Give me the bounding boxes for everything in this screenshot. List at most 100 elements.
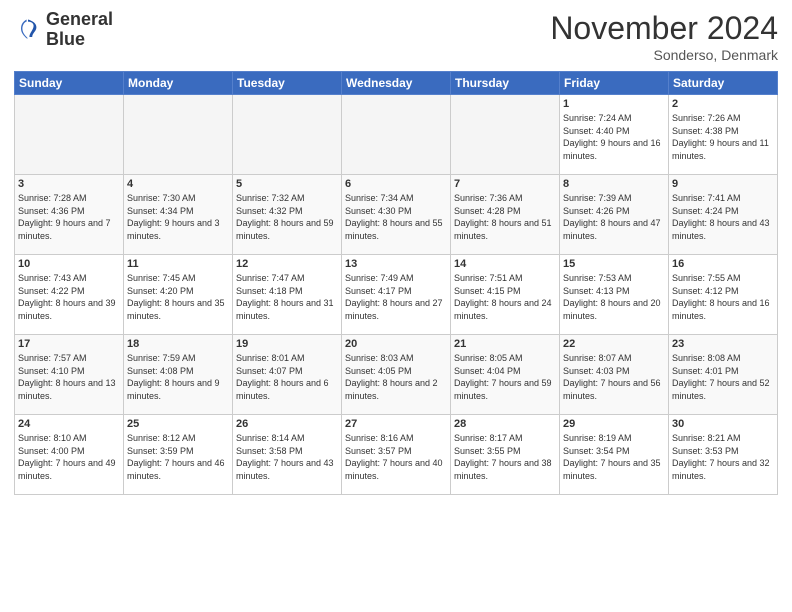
day-number: 21 (454, 338, 556, 350)
column-header-friday: Friday (560, 72, 669, 95)
day-cell: 11 Sunrise: 7:45 AM Sunset: 4:20 PM Dayli… (124, 255, 233, 335)
day-number: 26 (236, 418, 338, 430)
page: General Blue November 2024 Sonderso, Den… (0, 0, 792, 612)
day-info: Sunrise: 7:47 AM Sunset: 4:18 PM Dayligh… (236, 272, 338, 322)
day-cell: 29 Sunrise: 8:19 AM Sunset: 3:54 PM Dayli… (560, 415, 669, 495)
day-number: 5 (236, 178, 338, 190)
day-number: 11 (127, 258, 229, 270)
day-cell: 13Sunrise: 7:49 AM Sunset: 4:17 PM Dayli… (342, 255, 451, 335)
day-cell: 4 Sunrise: 7:30 AM Sunset: 4:34 PM Daylig… (124, 175, 233, 255)
location: Sonderso, Denmark (550, 47, 778, 63)
day-cell: 10Sunrise: 7:43 AM Sunset: 4:22 PM Dayli… (15, 255, 124, 335)
day-cell (233, 95, 342, 175)
day-cell: 8Sunrise: 7:39 AM Sunset: 4:26 PM Daylig… (560, 175, 669, 255)
day-info: Sunrise: 7:24 AM Sunset: 4:40 PM Dayligh… (563, 112, 665, 162)
week-row-5: 24Sunrise: 8:10 AM Sunset: 4:00 PM Dayli… (15, 415, 778, 495)
day-number: 12 (236, 258, 338, 270)
day-cell (451, 95, 560, 175)
day-cell: 21 Sunrise: 8:05 AM Sunset: 4:04 PM Dayli… (451, 335, 560, 415)
day-number: 20 (345, 338, 447, 350)
day-number: 6 (345, 178, 447, 190)
day-number: 23 (672, 338, 774, 350)
day-info: Sunrise: 8:01 AM Sunset: 4:07 PM Dayligh… (236, 352, 338, 402)
week-row-3: 10Sunrise: 7:43 AM Sunset: 4:22 PM Dayli… (15, 255, 778, 335)
day-cell: 25Sunrise: 8:12 AM Sunset: 3:59 PM Dayli… (124, 415, 233, 495)
day-cell: 24Sunrise: 8:10 AM Sunset: 4:00 PM Dayli… (15, 415, 124, 495)
day-number: 3 (18, 178, 120, 190)
day-number: 29 (563, 418, 665, 430)
day-info: Sunrise: 8:14 AM Sunset: 3:58 PM Dayligh… (236, 432, 338, 482)
day-cell: 14Sunrise: 7:51 AM Sunset: 4:15 PM Dayli… (451, 255, 560, 335)
day-number: 22 (563, 338, 665, 350)
day-number: 30 (672, 418, 774, 430)
day-info: Sunrise: 7:32 AM Sunset: 4:32 PM Dayligh… (236, 192, 338, 242)
day-info: Sunrise: 8:07 AM Sunset: 4:03 PM Dayligh… (563, 352, 665, 402)
column-header-wednesday: Wednesday (342, 72, 451, 95)
day-info: Sunrise: 8:10 AM Sunset: 4:00 PM Dayligh… (18, 432, 120, 482)
day-cell: 23 Sunrise: 8:08 AM Sunset: 4:01 PM Dayli… (669, 335, 778, 415)
header: General Blue November 2024 Sonderso, Den… (14, 10, 778, 63)
day-cell: 19Sunrise: 8:01 AM Sunset: 4:07 PM Dayli… (233, 335, 342, 415)
day-cell: 17 Sunrise: 7:57 AM Sunset: 4:10 PM Dayli… (15, 335, 124, 415)
day-number: 15 (563, 258, 665, 270)
column-header-saturday: Saturday (669, 72, 778, 95)
day-info: Sunrise: 7:26 AM Sunset: 4:38 PM Dayligh… (672, 112, 774, 162)
day-info: Sunrise: 8:05 AM Sunset: 4:04 PM Dayligh… (454, 352, 556, 402)
day-info: Sunrise: 8:12 AM Sunset: 3:59 PM Dayligh… (127, 432, 229, 482)
day-info: Sunrise: 8:08 AM Sunset: 4:01 PM Dayligh… (672, 352, 774, 402)
logo-line2: Blue (46, 30, 113, 50)
column-header-monday: Monday (124, 72, 233, 95)
day-number: 2 (672, 98, 774, 110)
day-number: 28 (454, 418, 556, 430)
day-info: Sunrise: 7:59 AM Sunset: 4:08 PM Dayligh… (127, 352, 229, 402)
day-info: Sunrise: 7:55 AM Sunset: 4:12 PM Dayligh… (672, 272, 774, 322)
day-cell: 7 Sunrise: 7:36 AM Sunset: 4:28 PM Daylig… (451, 175, 560, 255)
column-header-tuesday: Tuesday (233, 72, 342, 95)
day-cell (124, 95, 233, 175)
day-cell: 16 Sunrise: 7:55 AM Sunset: 4:12 PM Dayli… (669, 255, 778, 335)
day-number: 1 (563, 98, 665, 110)
logo-line1: General (46, 10, 113, 30)
day-number: 18 (127, 338, 229, 350)
day-info: Sunrise: 7:51 AM Sunset: 4:15 PM Dayligh… (454, 272, 556, 322)
day-info: Sunrise: 8:17 AM Sunset: 3:55 PM Dayligh… (454, 432, 556, 482)
day-cell: 2 Sunrise: 7:26 AM Sunset: 4:38 PM Daylig… (669, 95, 778, 175)
day-cell: 5 Sunrise: 7:32 AM Sunset: 4:32 PM Daylig… (233, 175, 342, 255)
day-number: 7 (454, 178, 556, 190)
day-info: Sunrise: 8:03 AM Sunset: 4:05 PM Dayligh… (345, 352, 447, 402)
logo-text: General Blue (46, 10, 113, 50)
day-info: Sunrise: 7:30 AM Sunset: 4:34 PM Dayligh… (127, 192, 229, 242)
day-cell: 9Sunrise: 7:41 AM Sunset: 4:24 PM Daylig… (669, 175, 778, 255)
day-cell: 20 Sunrise: 8:03 AM Sunset: 4:05 PM Dayli… (342, 335, 451, 415)
week-row-1: 1 Sunrise: 7:24 AM Sunset: 4:40 PM Daylig… (15, 95, 778, 175)
day-cell: 28 Sunrise: 8:17 AM Sunset: 3:55 PM Dayli… (451, 415, 560, 495)
day-number: 4 (127, 178, 229, 190)
month-title: November 2024 (550, 10, 778, 47)
day-number: 16 (672, 258, 774, 270)
day-cell: 30Sunrise: 8:21 AM Sunset: 3:53 PM Dayli… (669, 415, 778, 495)
day-number: 27 (345, 418, 447, 430)
day-cell: 1 Sunrise: 7:24 AM Sunset: 4:40 PM Daylig… (560, 95, 669, 175)
day-info: Sunrise: 7:57 AM Sunset: 4:10 PM Dayligh… (18, 352, 120, 402)
day-cell: 18 Sunrise: 7:59 AM Sunset: 4:08 PM Dayli… (124, 335, 233, 415)
day-info: Sunrise: 7:45 AM Sunset: 4:20 PM Dayligh… (127, 272, 229, 322)
day-info: Sunrise: 8:19 AM Sunset: 3:54 PM Dayligh… (563, 432, 665, 482)
day-cell: 26 Sunrise: 8:14 AM Sunset: 3:58 PM Dayli… (233, 415, 342, 495)
day-cell (342, 95, 451, 175)
day-info: Sunrise: 7:53 AM Sunset: 4:13 PM Dayligh… (563, 272, 665, 322)
day-cell: 3Sunrise: 7:28 AM Sunset: 4:36 PM Daylig… (15, 175, 124, 255)
column-header-sunday: Sunday (15, 72, 124, 95)
title-block: November 2024 Sonderso, Denmark (550, 10, 778, 63)
day-cell: 12 Sunrise: 7:47 AM Sunset: 4:18 PM Dayli… (233, 255, 342, 335)
day-info: Sunrise: 7:49 AM Sunset: 4:17 PM Dayligh… (345, 272, 447, 322)
day-cell (15, 95, 124, 175)
day-info: Sunrise: 8:16 AM Sunset: 3:57 PM Dayligh… (345, 432, 447, 482)
logo: General Blue (14, 10, 113, 50)
calendar-header-row: SundayMondayTuesdayWednesdayThursdayFrid… (15, 72, 778, 95)
day-number: 17 (18, 338, 120, 350)
day-cell: 6Sunrise: 7:34 AM Sunset: 4:30 PM Daylig… (342, 175, 451, 255)
day-number: 10 (18, 258, 120, 270)
day-cell: 15 Sunrise: 7:53 AM Sunset: 4:13 PM Dayli… (560, 255, 669, 335)
day-number: 9 (672, 178, 774, 190)
day-info: Sunrise: 7:36 AM Sunset: 4:28 PM Dayligh… (454, 192, 556, 242)
